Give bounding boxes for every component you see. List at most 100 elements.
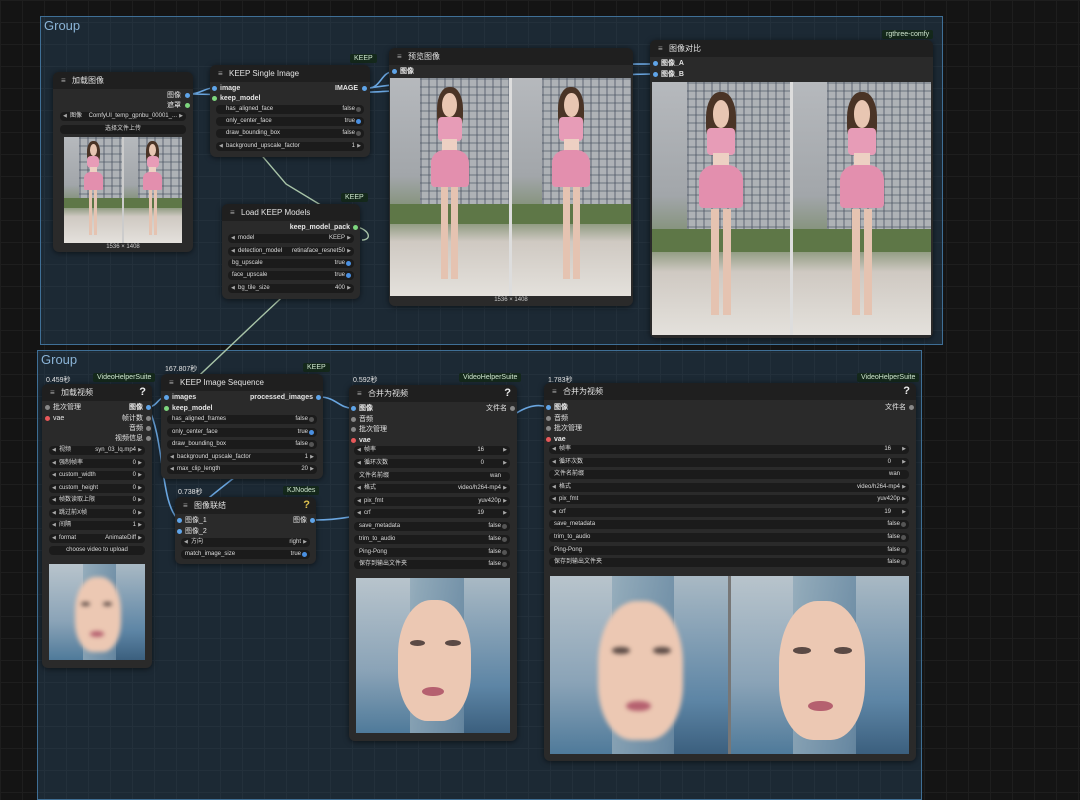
crf-stepper[interactable]: ◀ crf 19 ▶ bbox=[549, 508, 909, 517]
arrow-right-icon[interactable]: ▶ bbox=[138, 446, 142, 455]
menu-icon[interactable]: ≡ bbox=[397, 48, 404, 65]
toggle-off-indicator[interactable] bbox=[309, 442, 314, 447]
toggle-off-indicator[interactable] bbox=[901, 535, 906, 540]
input-image-port[interactable] bbox=[546, 405, 551, 410]
load-keep-models-node[interactable]: ≡ Load KEEP Models keep_model_pack ◀ model… bbox=[222, 204, 360, 299]
format-select[interactable]: ◀ 格式 video/h264-mp4 ▶ bbox=[549, 483, 909, 492]
node-header[interactable]: ≡ Load KEEP Models bbox=[222, 204, 360, 221]
arrow-left-icon[interactable]: ◀ bbox=[52, 459, 56, 468]
arrow-left-icon[interactable]: ◀ bbox=[231, 247, 235, 256]
output-image-port[interactable] bbox=[185, 93, 190, 98]
arrow-left-icon[interactable]: ◀ bbox=[170, 453, 174, 462]
frame-load-cap-stepper[interactable]: ◀ 帧数读取上限 0 ▶ bbox=[49, 496, 145, 505]
arrow-right-icon[interactable]: ▶ bbox=[503, 497, 507, 506]
bg-upscale-toggle[interactable]: bg_upscale true bbox=[228, 259, 354, 268]
arrow-left-icon[interactable]: ◀ bbox=[552, 445, 556, 454]
draw-bounding-box-toggle[interactable]: draw_bounding_box false bbox=[167, 440, 317, 449]
save-output-toggle[interactable]: 保存到输出文件夹 false bbox=[354, 560, 510, 569]
load-video-node[interactable]: ≡ 加载视频? 批次管理 vae 图像 帧计数 音频 视频信息 ◀ 视频 syn_03… bbox=[42, 384, 152, 668]
direction-select[interactable]: ◀ 方向 right ▶ bbox=[181, 538, 310, 547]
arrow-left-icon[interactable]: ◀ bbox=[52, 509, 56, 518]
output-image-port[interactable] bbox=[362, 86, 367, 91]
help-icon[interactable]: ? bbox=[139, 384, 146, 401]
format-select[interactable]: ◀ 格式 video/h264-mp4 ▶ bbox=[354, 484, 510, 493]
toggle-on-indicator[interactable] bbox=[356, 119, 361, 124]
output-filenames-port[interactable] bbox=[909, 405, 914, 410]
node-header[interactable]: ≡ KEEP Single Image bbox=[210, 65, 370, 82]
arrow-right-icon[interactable]: ▶ bbox=[503, 509, 507, 518]
arrow-right-icon[interactable]: ▶ bbox=[503, 459, 507, 468]
toggle-off-indicator[interactable] bbox=[502, 550, 507, 555]
input-vae-port[interactable] bbox=[45, 416, 50, 421]
node-header[interactable]: ≡ 图像对比 bbox=[650, 40, 933, 57]
has-aligned-face-toggle[interactable]: has_aligned_face false bbox=[216, 105, 364, 114]
input-batch-port[interactable] bbox=[351, 427, 356, 432]
arrow-right-icon[interactable]: ▶ bbox=[902, 458, 906, 467]
help-icon[interactable]: ? bbox=[903, 383, 910, 400]
input-audio-port[interactable] bbox=[351, 417, 356, 422]
video-combine-node-1[interactable]: ≡ 合并为视频? 图像 音频 批次管理 vae 文件名 ◀ 帧率 16 ▶ ◀ 循环次数 0… bbox=[349, 385, 517, 741]
image-select[interactable]: ◀ 图像 ComfyUI_temp_gpnbu_00001_... ▶ bbox=[60, 112, 186, 121]
image-compare-node[interactable]: ≡ 图像对比 图像_A 图像_B bbox=[650, 40, 933, 338]
arrow-right-icon[interactable]: ▶ bbox=[138, 509, 142, 518]
node-header[interactable]: ≡ 合并为视频? bbox=[349, 385, 517, 402]
node-header[interactable]: ≡ 加载视频? bbox=[42, 384, 152, 401]
arrow-right-icon[interactable]: ▶ bbox=[310, 453, 314, 462]
arrow-right-icon[interactable]: ▶ bbox=[303, 538, 307, 547]
background-upscale-factor-stepper[interactable]: ◀ background_upscale_factor 1 ▶ bbox=[216, 142, 364, 151]
arrow-left-icon[interactable]: ◀ bbox=[231, 234, 235, 243]
force-rate-stepper[interactable]: ◀ 强制帧率 0 ▶ bbox=[49, 459, 145, 468]
custom-width-stepper[interactable]: ◀ custom_width 0 ▶ bbox=[49, 471, 145, 480]
video-combine-node-2[interactable]: ≡ 合并为视频? 图像 音频 批次管理 vae 文件名 ◀ 帧率 16 ▶ ◀ 循环次数 0… bbox=[544, 383, 916, 761]
custom-height-stepper[interactable]: ◀ custom_height 0 ▶ bbox=[49, 484, 145, 493]
preview-image-node[interactable]: ≡ 预览图像 图像 1536 × 1408 bbox=[389, 48, 633, 306]
arrow-right-icon[interactable]: ▶ bbox=[902, 483, 906, 492]
crf-stepper[interactable]: ◀ crf 19 ▶ bbox=[354, 509, 510, 518]
only-center-face-toggle[interactable]: only_center_face true bbox=[216, 117, 364, 126]
detection-model-select[interactable]: ◀ detection_model retinaface_resnet50 ▶ bbox=[228, 247, 354, 256]
arrow-left-icon[interactable]: ◀ bbox=[52, 534, 56, 543]
trim-to-audio-toggle[interactable]: trim_to_audio false bbox=[354, 535, 510, 544]
output-audio-port[interactable] bbox=[146, 426, 151, 431]
only-center-face-toggle[interactable]: only_center_face true bbox=[167, 428, 317, 437]
input-keep-model-port[interactable] bbox=[164, 406, 169, 411]
input-keep-model-port[interactable] bbox=[212, 96, 217, 101]
image-concatenate-node[interactable]: ≡ 图像联结? 图像_1 图像_2 图像 ◀ 方向 right ▶ match_imag… bbox=[175, 497, 316, 564]
toggle-off-indicator[interactable] bbox=[356, 131, 361, 136]
input-image-port[interactable] bbox=[212, 86, 217, 91]
save-metadata-toggle[interactable]: save_metadata false bbox=[354, 522, 510, 531]
input-image-port[interactable] bbox=[392, 69, 397, 74]
arrow-right-icon[interactable]: ▶ bbox=[357, 142, 361, 151]
toggle-on-indicator[interactable] bbox=[346, 273, 351, 278]
help-icon[interactable]: ? bbox=[303, 497, 310, 514]
toggle-off-indicator[interactable] bbox=[309, 417, 314, 422]
frame-rate-stepper[interactable]: ◀ 帧率 16 ▶ bbox=[354, 446, 510, 455]
arrow-right-icon[interactable]: ▶ bbox=[310, 465, 314, 474]
input-image-port[interactable] bbox=[351, 406, 356, 411]
arrow-left-icon[interactable]: ◀ bbox=[63, 112, 67, 121]
compare-image[interactable] bbox=[652, 82, 931, 335]
arrow-left-icon[interactable]: ◀ bbox=[52, 521, 56, 530]
toggle-off-indicator[interactable] bbox=[901, 548, 906, 553]
output-image-port[interactable] bbox=[310, 518, 315, 523]
node-header[interactable]: ≡ 加载图像 bbox=[53, 72, 193, 89]
toggle-on-indicator[interactable] bbox=[302, 552, 307, 557]
output-image-port[interactable] bbox=[146, 405, 151, 410]
node-header[interactable]: ≡ KEEP Image Sequence bbox=[161, 374, 323, 391]
toggle-off-indicator[interactable] bbox=[502, 537, 507, 542]
arrow-right-icon[interactable]: ▶ bbox=[138, 534, 142, 543]
arrow-left-icon[interactable]: ◀ bbox=[52, 446, 56, 455]
keep-single-image-node[interactable]: ≡ KEEP Single Image image keep_model IMAG… bbox=[210, 65, 370, 157]
arrow-left-icon[interactable]: ◀ bbox=[52, 471, 56, 480]
pix-fmt-select[interactable]: ◀ pix_fmt yuv420p ▶ bbox=[549, 495, 909, 504]
draw-bounding-box-toggle[interactable]: draw_bounding_box false bbox=[216, 129, 364, 138]
select-every-nth-stepper[interactable]: ◀ 间隔 1 ▶ bbox=[49, 521, 145, 530]
output-frame-count-port[interactable] bbox=[146, 416, 151, 421]
menu-icon[interactable]: ≡ bbox=[50, 384, 57, 401]
face-upscale-toggle[interactable]: face_upscale true bbox=[228, 271, 354, 280]
toggle-on-indicator[interactable] bbox=[309, 430, 314, 435]
menu-icon[interactable]: ≡ bbox=[218, 65, 225, 82]
arrow-right-icon[interactable]: ▶ bbox=[347, 234, 351, 243]
output-keep-model-pack-port[interactable] bbox=[353, 225, 358, 230]
arrow-right-icon[interactable]: ▶ bbox=[138, 521, 142, 530]
